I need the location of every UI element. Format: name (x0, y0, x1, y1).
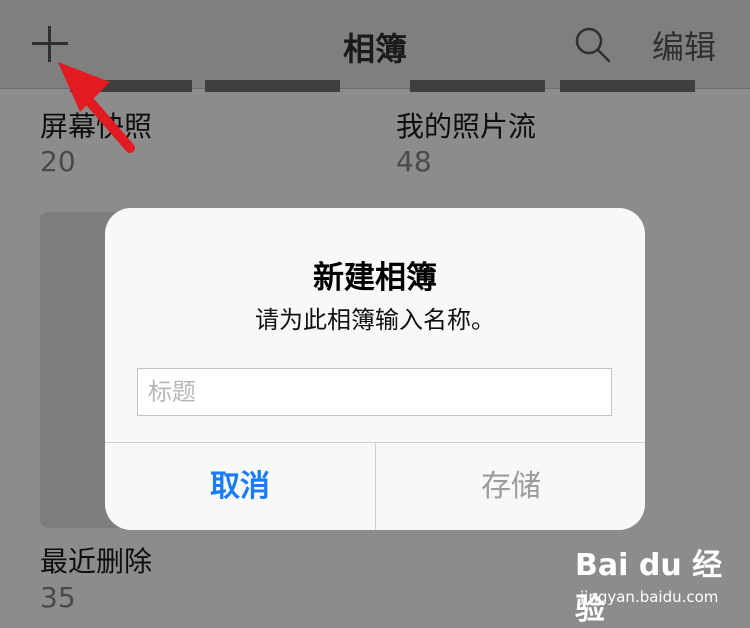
album-count-recently-deleted: 35 (40, 581, 76, 614)
album-count-my-photo-stream: 48 (396, 145, 432, 178)
red-arrow-annotation-icon (58, 62, 135, 153)
album-thumbnail-strip (205, 80, 340, 92)
album-name-my-photo-stream[interactable]: 我的照片流 (396, 105, 536, 145)
dialog-message: 请为此相簿输入名称。 (255, 306, 495, 334)
album-thumbnail-strip (560, 80, 695, 92)
album-thumbnail-strip (410, 80, 545, 92)
search-icon[interactable] (572, 24, 612, 64)
new-album-dialog: 新建相簿 请为此相簿输入名称。 取消 存储 (105, 208, 645, 530)
watermark-logo: Bai du 经验 (575, 548, 723, 627)
album-name-recently-deleted[interactable]: 最近删除 (40, 540, 152, 580)
album-title-input[interactable] (137, 368, 612, 416)
edit-button[interactable]: 编辑 (652, 22, 716, 68)
dialog-title: 新建相簿 (313, 260, 437, 296)
save-button[interactable]: 存储 (376, 443, 645, 530)
cancel-button[interactable]: 取消 (105, 443, 375, 530)
baidu-jingyan-watermark: Bai du 经验 jingyan.baidu.com (575, 540, 725, 627)
watermark-url: jingyan.baidu.com (580, 588, 719, 606)
